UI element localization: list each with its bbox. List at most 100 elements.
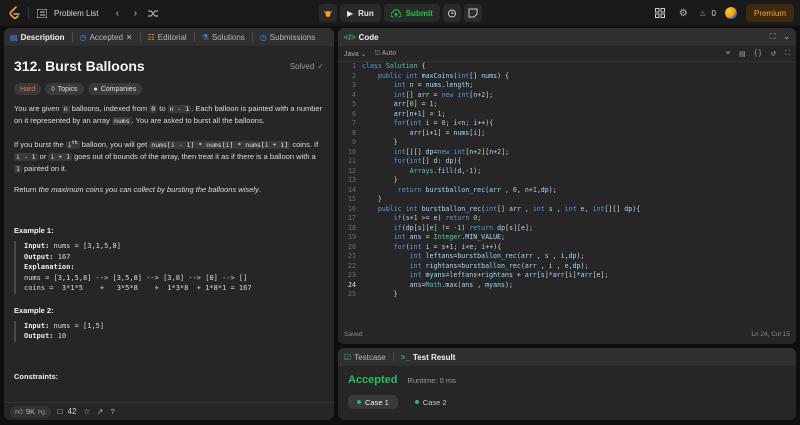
prev-problem-icon[interactable]: ‹ bbox=[110, 6, 124, 20]
code-line[interactable]: 4 int[] arr = new int[n+2]; bbox=[338, 91, 796, 101]
problem-list-button[interactable]: Problem List bbox=[35, 6, 98, 20]
format-icon[interactable]: ≡ bbox=[726, 50, 730, 58]
tag-chips: Hard ◊ Topics ● Companies bbox=[14, 83, 324, 95]
braces-icon[interactable]: { } bbox=[755, 50, 762, 58]
leetcode-logo[interactable] bbox=[6, 5, 22, 21]
code-line[interactable]: 23 int myans=leftans+rightans + arr[s]*a… bbox=[338, 271, 796, 281]
tab-testcase[interactable]: ☑ Testcase bbox=[344, 353, 386, 362]
code-line[interactable]: 3 int n = nums.length; bbox=[338, 81, 796, 91]
code-line[interactable]: 1 class Solution { bbox=[338, 62, 796, 72]
code-line[interactable]: 22 int rightans=burstballon_rec(arr , i … bbox=[338, 262, 796, 272]
solved-status: Solved ✓ bbox=[290, 62, 324, 71]
code-text: public int burstballon_rec(int[] arr , i… bbox=[377, 204, 641, 213]
fullscreen-icon[interactable]: ⛶ bbox=[770, 32, 776, 42]
next-problem-icon[interactable]: › bbox=[128, 6, 142, 20]
alarm-icon bbox=[447, 9, 456, 18]
case-label: Case 2 bbox=[422, 397, 447, 407]
language-select[interactable]: Java ⌄ bbox=[344, 50, 367, 58]
code-line[interactable]: 21 int leftans=burstballon_rec(arr , s ,… bbox=[338, 252, 796, 262]
star-icon[interactable]: ☆ bbox=[83, 407, 90, 416]
case-1-tab[interactable]: Case 1 bbox=[348, 395, 398, 409]
code-line[interactable]: 6 arr[n+1] = 1; bbox=[338, 110, 796, 120]
code-line[interactable]: 14 return burstballon_rec(arr , 0, n+1,d… bbox=[338, 186, 796, 196]
code-line[interactable]: 24 ans=Math.max(ans , myans); bbox=[338, 281, 796, 291]
thumbs-up-icon[interactable]: 👍︎ bbox=[15, 407, 23, 417]
auto-mode[interactable]: ⎋ Auto bbox=[375, 50, 397, 58]
example-line: Output: 167 bbox=[24, 252, 324, 263]
history-icon: ◷ bbox=[79, 32, 87, 42]
debug-button[interactable] bbox=[319, 4, 337, 22]
code-line[interactable]: 13 } bbox=[338, 176, 796, 186]
tab-separator bbox=[139, 32, 141, 42]
like-dislike-group: 👍︎ 9K 👎︎ bbox=[10, 405, 51, 418]
code-line[interactable]: 19 int ans = Integer.MIN_VALUE; bbox=[338, 233, 796, 243]
code-line[interactable]: 9 } bbox=[338, 138, 796, 148]
help-icon[interactable]: ? bbox=[110, 407, 114, 416]
example-key: Input: bbox=[24, 242, 50, 251]
tab-separator bbox=[71, 32, 73, 42]
share-icon[interactable]: ↗ bbox=[97, 407, 103, 416]
text-span: balloons, indexed from bbox=[69, 104, 150, 113]
code-line[interactable]: 15 } bbox=[338, 195, 796, 205]
line-number: 9 bbox=[352, 138, 356, 146]
tab-code[interactable]: </> Code bbox=[344, 33, 379, 42]
code-editor[interactable]: 1 class Solution {2 public int maxCoins(i… bbox=[338, 62, 796, 324]
tab-description[interactable]: ▤ Description bbox=[10, 33, 65, 42]
tab-editorial[interactable]: ☷ Editorial bbox=[148, 33, 187, 42]
bookmark-icon[interactable]: ▤ bbox=[739, 50, 746, 58]
companies-chip[interactable]: ● Companies bbox=[87, 83, 143, 95]
history-icon: ◷ bbox=[259, 32, 267, 42]
code-line[interactable]: 12 Arrays.fill(d,-1); bbox=[338, 167, 796, 177]
settings-gear-icon[interactable]: ⚙ bbox=[676, 6, 690, 20]
code-line[interactable]: 20 for(int i = s+1; i<e; i++){ bbox=[338, 243, 796, 253]
expand-icon[interactable]: ⛶ bbox=[785, 50, 790, 58]
run-submit-group: ▶ Run Submit bbox=[319, 4, 482, 22]
fire-icon: ♨ bbox=[699, 8, 707, 18]
code-line[interactable]: 7 for(int i = 0; i<n; i++){ bbox=[338, 119, 796, 129]
close-icon[interactable]: ✕ bbox=[126, 33, 133, 42]
code-line[interactable]: 16 public int burstballon_rec(int[] arr … bbox=[338, 205, 796, 215]
reset-icon[interactable]: ↺ bbox=[770, 50, 776, 58]
streak-counter[interactable]: ♨ 0 bbox=[699, 9, 716, 18]
code-line[interactable]: 10 int[][] dp=new int[n+2][n+2]; bbox=[338, 148, 796, 158]
code-line[interactable]: 11 for(int[] d: dp){ bbox=[338, 157, 796, 167]
run-button[interactable]: ▶ Run bbox=[340, 4, 381, 22]
tab-accepted-label: Accepted bbox=[89, 32, 123, 42]
code-line[interactable]: 18 if(dp[s][e] != -1) return dp[s][e]; bbox=[338, 224, 796, 234]
premium-button[interactable]: Premium bbox=[745, 4, 794, 22]
topics-chip[interactable]: ◊ Topics bbox=[45, 83, 84, 95]
inline-code: n bbox=[61, 105, 70, 113]
tab-test-result[interactable]: >_ Test Result bbox=[401, 353, 456, 362]
description-paragraph-1: You are given n balloons, indexed from 0… bbox=[14, 103, 324, 127]
play-icon: ▶ bbox=[347, 8, 354, 18]
inline-code: n - 1 bbox=[167, 105, 192, 113]
shuffle-icon[interactable] bbox=[146, 6, 160, 20]
nav-divider bbox=[28, 7, 29, 19]
tab-accepted[interactable]: ◷ Accepted ✕ bbox=[80, 33, 133, 42]
code-line[interactable]: 17 if(s+1 >= e) return 0; bbox=[338, 214, 796, 224]
code-line[interactable]: 25 } bbox=[338, 290, 796, 300]
layout-grid-icon[interactable] bbox=[653, 6, 667, 20]
description-icon: ▤ bbox=[10, 32, 18, 42]
code-text: int myans=leftans+rightans + arr[s]*arr[… bbox=[409, 271, 609, 279]
submit-button[interactable]: Submit bbox=[383, 4, 440, 22]
chevron-down-icon[interactable]: ⌄ bbox=[783, 32, 790, 42]
title-row: 312. Burst Balloons Solved ✓ bbox=[14, 58, 324, 74]
tab-submissions[interactable]: ◷ Submissions bbox=[260, 33, 315, 42]
case-2-tab[interactable]: Case 2 bbox=[406, 395, 456, 409]
code-line[interactable]: 2 public int maxCoins(int[] nums) { bbox=[338, 72, 796, 82]
line-number: 24 bbox=[348, 280, 356, 289]
thumbs-down-icon[interactable]: 👎︎ bbox=[38, 407, 46, 417]
example-1-title: Example 1: bbox=[14, 226, 54, 236]
user-avatar[interactable] bbox=[724, 7, 737, 19]
code-line[interactable]: 5 arr[0] = 1; bbox=[338, 100, 796, 110]
notes-button[interactable] bbox=[463, 4, 482, 22]
tab-solutions[interactable]: ⚗ Solutions bbox=[202, 33, 245, 42]
inline-code: i + 1 bbox=[48, 153, 72, 162]
alarm-button[interactable] bbox=[442, 4, 461, 22]
line-number: 6 bbox=[352, 109, 356, 118]
comments-button[interactable]: □ 42 bbox=[58, 407, 77, 416]
line-number: 20 bbox=[348, 242, 356, 251]
code-text: for(int i = 0; i<n; i++){ bbox=[393, 119, 494, 127]
code-line[interactable]: 8 arr[i+1] = nums[i]; bbox=[338, 129, 796, 139]
